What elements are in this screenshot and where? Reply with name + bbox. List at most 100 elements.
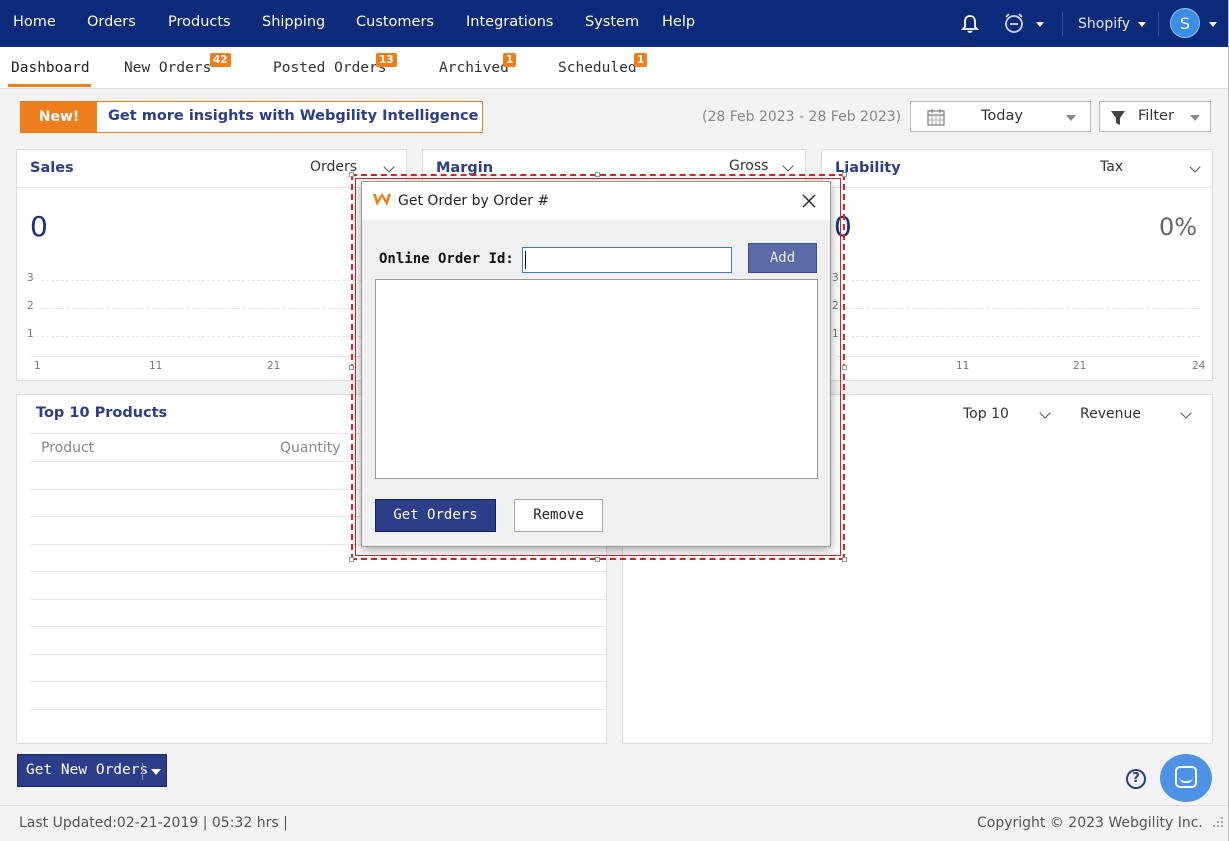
tab-scheduled[interactable]: Scheduled 1	[558, 53, 648, 76]
column-header-quantity[interactable]: Quantity	[280, 440, 341, 456]
resize-handle[interactable]	[349, 557, 354, 562]
x-axis-line	[31, 356, 401, 357]
get-order-dialog: Get Order by Order # Online Order Id: Ad…	[361, 181, 831, 547]
date-range-value: Today	[981, 108, 1023, 124]
column-header-product[interactable]: Product	[41, 440, 94, 456]
nav-help[interactable]: Help	[662, 14, 695, 30]
resize-handle[interactable]	[842, 172, 847, 177]
top-count-select[interactable]: Top 10	[963, 406, 1009, 422]
get-orders-button[interactable]: Get Orders	[375, 499, 496, 532]
get-new-orders-label: Get New Orders	[26, 762, 149, 778]
table-row	[30, 571, 606, 572]
top-nav: Home Orders Products Shipping Customers …	[0, 0, 1228, 47]
nav-orders[interactable]: Orders	[87, 14, 136, 30]
nav-divider	[1062, 12, 1063, 36]
scheduled-badge: 1	[634, 53, 648, 67]
sales-card: Sales Orders 0 3 2 1 1 11 21	[16, 149, 407, 381]
webgility-logo-icon	[373, 193, 391, 206]
table-row	[30, 681, 606, 682]
bell-icon[interactable]	[961, 14, 979, 34]
liability-percent: 0%	[1159, 213, 1198, 241]
x-tick-label: 1	[34, 360, 41, 372]
remove-button[interactable]: Remove	[514, 499, 603, 532]
close-icon[interactable]	[800, 192, 818, 210]
store-selector[interactable]: Shopify	[1078, 16, 1130, 32]
table-row	[30, 654, 606, 655]
chevron-down-icon[interactable]	[1189, 161, 1201, 173]
x-tick-label: 11	[956, 360, 970, 372]
sales-value: 0	[30, 210, 48, 243]
posted-orders-badge: 13	[376, 53, 397, 67]
nav-divider	[1158, 12, 1159, 36]
user-avatar[interactable]: S	[1170, 8, 1200, 38]
chevron-down-icon[interactable]	[151, 769, 161, 775]
grid-line	[846, 280, 1200, 281]
chevron-down-icon[interactable]	[782, 160, 794, 172]
order-tabs: Dashboard New Orders 42 Posted Orders 13 A…	[0, 47, 1228, 89]
online-order-id-label: Online Order Id:	[379, 251, 514, 267]
resize-handle[interactable]	[595, 172, 600, 177]
margin-type-select[interactable]: Gross	[729, 158, 768, 174]
intelligence-promo-banner[interactable]: New! Get more insights with Webgility In…	[20, 101, 483, 133]
x-tick-label: 11	[149, 360, 163, 372]
online-order-id-input[interactable]	[522, 247, 732, 273]
tab-posted-orders[interactable]: Posted Orders 13	[273, 53, 397, 76]
alarm-clock-icon[interactable]	[1003, 12, 1025, 34]
copyright-text: Copyright © 2023 Webgility Inc.	[977, 815, 1203, 831]
tab-new-orders[interactable]: New Orders 42	[124, 53, 231, 76]
resize-handle[interactable]	[349, 365, 354, 370]
nav-shipping[interactable]: Shipping	[262, 14, 325, 30]
split-divider	[142, 763, 143, 780]
x-axis-line	[836, 356, 1200, 357]
table-row	[30, 709, 606, 710]
sales-title: Sales	[30, 160, 74, 176]
nav-customers[interactable]: Customers	[356, 14, 434, 30]
store-dropdown-caret[interactable]	[1138, 22, 1146, 27]
liability-type-select[interactable]: Tax	[1100, 159, 1123, 175]
resize-handle[interactable]	[842, 557, 847, 562]
alarm-dropdown-caret[interactable]	[1036, 22, 1044, 27]
chevron-down-icon[interactable]	[1180, 407, 1192, 419]
x-tick-label: 21	[267, 360, 281, 372]
dialog-titlebar[interactable]: Get Order by Order #	[362, 182, 830, 220]
new-tag: New!	[21, 102, 97, 132]
nav-system[interactable]: System	[585, 14, 639, 30]
resize-handle[interactable]	[349, 172, 354, 177]
chat-launcher-button[interactable]	[1160, 754, 1212, 802]
y-tick-label: 1	[27, 328, 34, 340]
tab-dashboard[interactable]: Dashboard	[11, 60, 90, 76]
app-window: Home Orders Products Shipping Customers …	[0, 0, 1229, 841]
tab-archived[interactable]: Archived 1	[439, 53, 517, 76]
x-tick-label: 24	[1192, 360, 1206, 372]
get-new-orders-button[interactable]: Get New Orders	[17, 754, 167, 787]
last-updated-text: Last Updated:02-21-2019 | 05:32 hrs |	[19, 815, 288, 831]
filter-icon	[1111, 111, 1125, 125]
filter-button[interactable]: Filter	[1099, 101, 1211, 132]
nav-products[interactable]: Products	[168, 14, 231, 30]
x-tick-label: 21	[1073, 360, 1087, 372]
table-row	[30, 599, 606, 600]
user-dropdown-caret[interactable]	[1209, 22, 1217, 27]
nav-home[interactable]: Home	[13, 14, 56, 30]
resize-grip-icon[interactable]	[1212, 816, 1224, 828]
card-header: Sales Orders	[17, 150, 406, 188]
chevron-down-icon	[1066, 115, 1076, 121]
help-icon[interactable]: ?	[1126, 769, 1146, 789]
revenue-metric-select[interactable]: Revenue	[1080, 406, 1141, 422]
grid-line	[846, 308, 1200, 309]
nav-integrations[interactable]: Integrations	[466, 14, 553, 30]
resize-handle[interactable]	[842, 365, 847, 370]
date-range-select[interactable]: Today	[910, 101, 1091, 132]
chevron-down-icon[interactable]	[1039, 407, 1051, 419]
resize-handle[interactable]	[595, 557, 600, 562]
chevron-down-icon	[1190, 115, 1200, 121]
add-button[interactable]: Add	[748, 243, 817, 273]
active-tab-indicator	[8, 84, 91, 87]
order-id-list[interactable]	[375, 279, 818, 479]
new-orders-badge: 42	[210, 53, 231, 67]
calendar-icon	[927, 109, 945, 126]
text-cursor	[525, 251, 526, 269]
table-row	[30, 626, 606, 627]
promo-text[interactable]: Get more insights with Webgility Intelli…	[108, 108, 478, 124]
chevron-down-icon[interactable]	[383, 161, 395, 173]
